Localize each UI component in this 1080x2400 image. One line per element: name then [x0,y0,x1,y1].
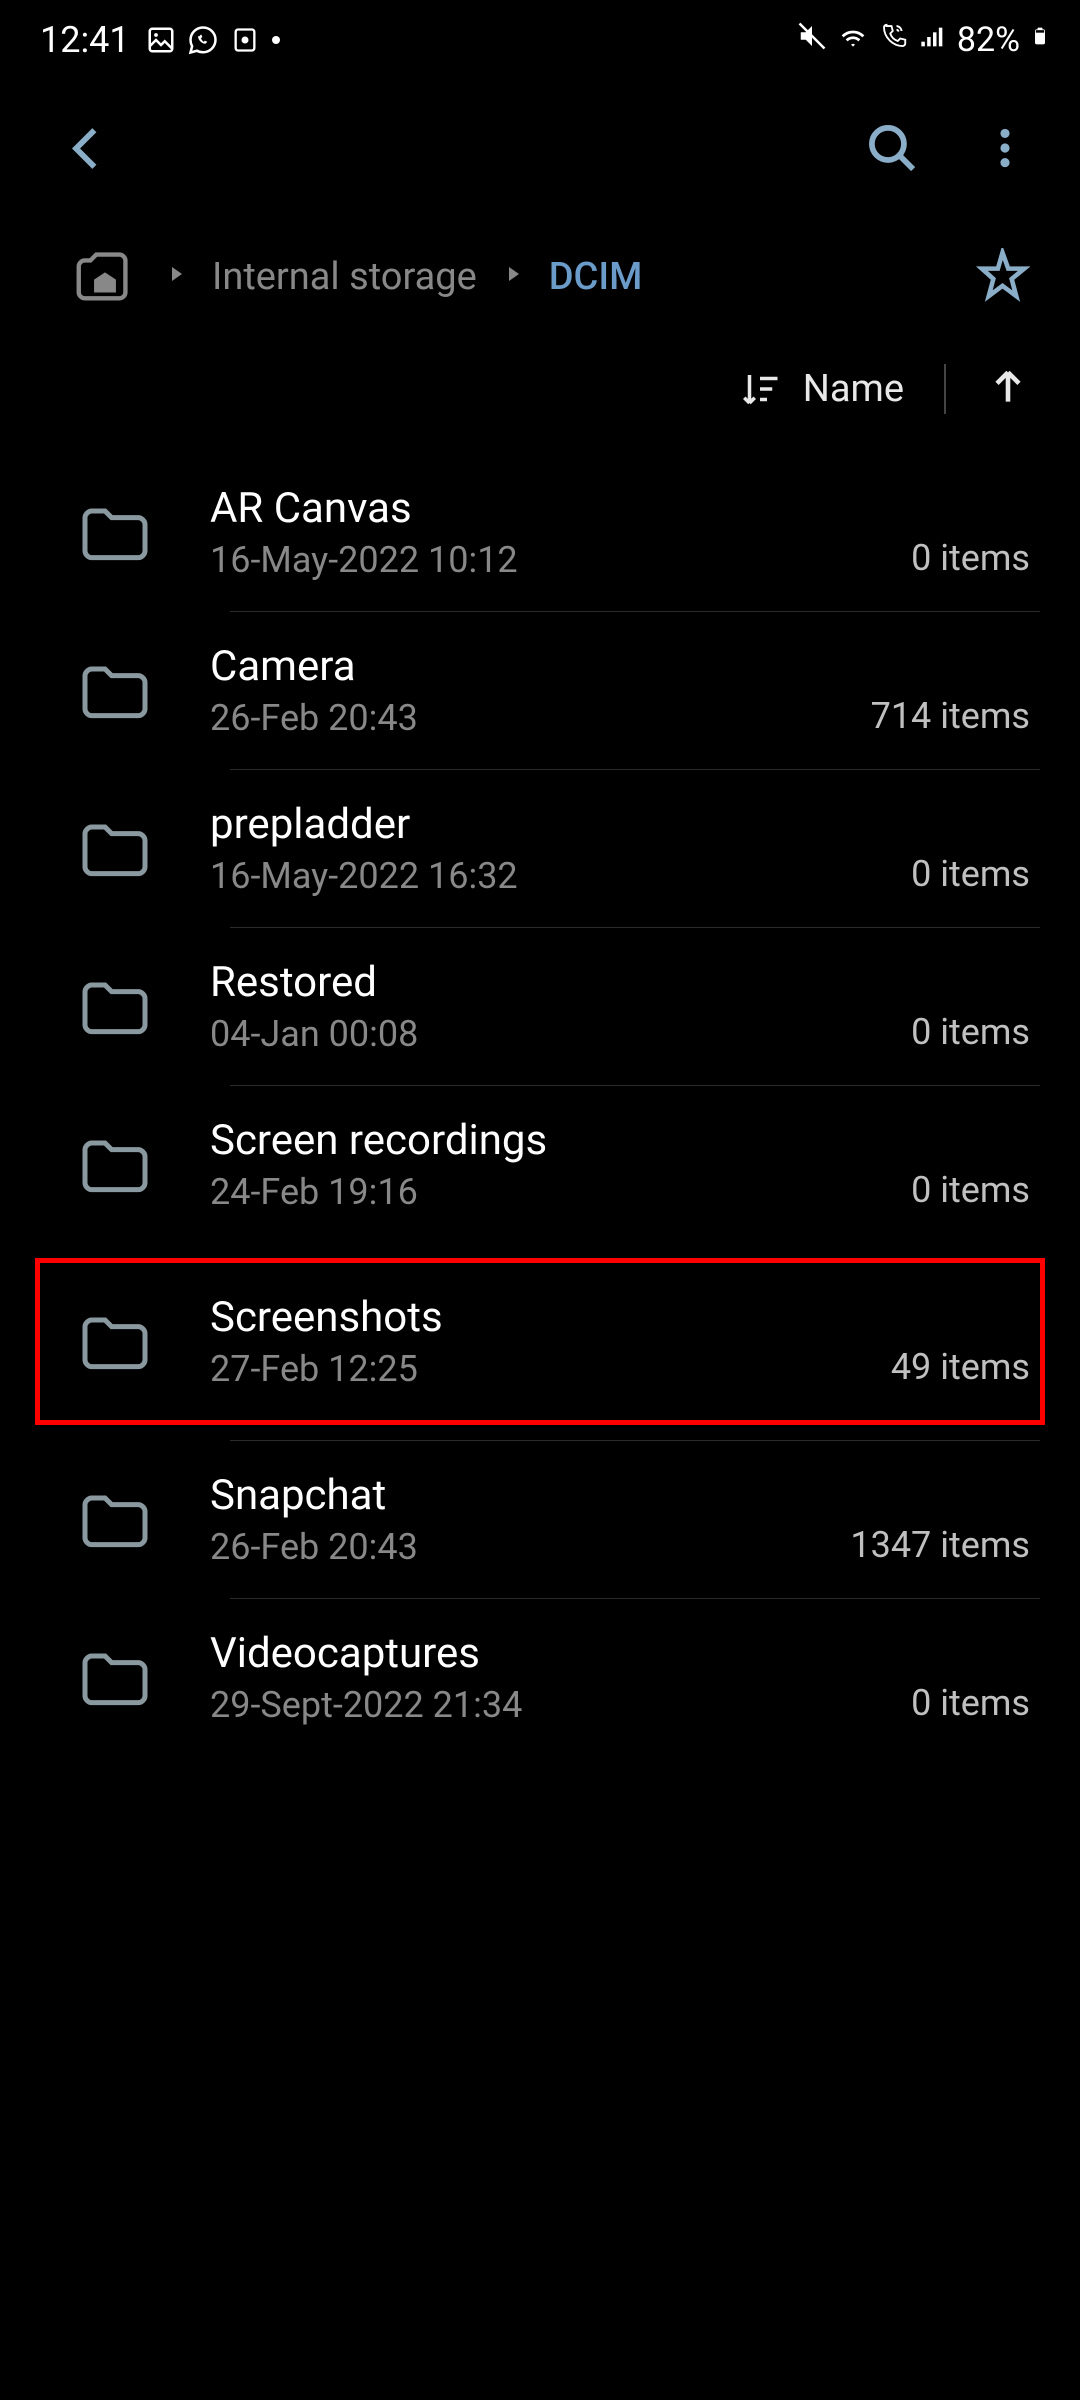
folder-name: Screen recordings [210,1116,547,1165]
back-button[interactable] [60,121,115,180]
sort-label-text: Name [803,367,904,411]
folder-date: 16-May-2022 10:12 [210,539,518,581]
folder-item[interactable]: prepladder 16-May-2022 16:32 0 items [0,770,1080,927]
folder-date: 26-Feb 20:43 [210,1526,418,1568]
folder-count: 0 items [911,537,1030,581]
home-icon[interactable] [70,240,140,314]
signal-icon [919,20,947,60]
folder-date: 16-May-2022 16:32 [210,855,518,897]
folder-count: 0 items [911,1682,1030,1726]
folder-name: Camera [210,642,418,691]
sort-direction-button[interactable] [986,365,1030,413]
wifi-icon [837,20,869,61]
wifi-calling-icon [879,20,909,60]
breadcrumb-parent[interactable]: Internal storage [212,255,477,299]
whatsapp-icon [188,25,218,55]
folder-name: prepladder [210,800,518,849]
folder-icon [75,1636,155,1720]
app-bar [0,80,1080,220]
folder-icon [75,491,155,575]
folder-name: Screenshots [210,1293,443,1342]
status-left: 12:41 [40,19,280,61]
sort-button[interactable]: Name [739,367,904,411]
breadcrumb-arrow-icon [501,262,525,292]
battery-icon [1030,20,1050,61]
folder-item[interactable]: Screen recordings 24-Feb 19:16 0 items [0,1086,1080,1243]
folder-name: AR Canvas [210,484,518,533]
breadcrumb: Internal storage DCIM [70,240,642,314]
folder-count: 1347 items [850,1524,1030,1568]
image-icon [146,25,176,55]
status-right: 82% [797,20,1050,61]
folder-name: Snapchat [210,1471,418,1520]
folder-date: 24-Feb 19:16 [210,1171,547,1213]
breadcrumb-current: DCIM [549,255,643,299]
battery-percent: 82% [957,20,1020,60]
favorite-button[interactable] [975,248,1030,307]
folder-list: AR Canvas 16-May-2022 10:12 0 items Came… [0,444,1080,1766]
app-icon [230,25,260,55]
folder-item[interactable]: Restored 04-Jan 00:08 0 items [0,928,1080,1085]
breadcrumb-arrow-icon [164,262,188,292]
notification-dot [272,36,280,44]
breadcrumb-bar: Internal storage DCIM [0,220,1080,334]
folder-name: Restored [210,958,418,1007]
sort-bar: Name [0,334,1080,444]
folder-count: 0 items [911,1169,1030,1213]
folder-date: 26-Feb 20:43 [210,697,418,739]
folder-item[interactable]: Videocaptures 29-Sept-2022 21:34 0 items [0,1599,1080,1756]
folder-item[interactable]: Camera 26-Feb 20:43 714 items [0,612,1080,769]
folder-icon [75,1300,155,1384]
folder-count: 0 items [911,1011,1030,1055]
folder-date: 27-Feb 12:25 [210,1348,443,1390]
folder-icon [75,649,155,733]
mute-icon [797,20,827,60]
folder-name: Videocaptures [210,1629,522,1678]
search-button[interactable] [865,121,920,180]
folder-date: 29-Sept-2022 21:34 [210,1684,522,1726]
status-time: 12:41 [40,19,130,61]
folder-icon [75,807,155,891]
sort-divider [944,364,946,414]
folder-icon [75,1123,155,1207]
folder-item[interactable]: Snapchat 26-Feb 20:43 1347 items [0,1441,1080,1598]
folder-item[interactable]: Screenshots 27-Feb 12:25 49 items [35,1258,1045,1425]
folder-count: 0 items [911,853,1030,897]
folder-item[interactable]: AR Canvas 16-May-2022 10:12 0 items [0,454,1080,611]
folder-icon [75,965,155,1049]
status-bar: 12:41 82% [0,0,1080,80]
folder-count: 49 items [891,1346,1030,1390]
folder-count: 714 items [871,695,1030,739]
folder-icon [75,1478,155,1562]
more-options-button[interactable] [980,123,1030,177]
folder-date: 04-Jan 00:08 [210,1013,418,1055]
